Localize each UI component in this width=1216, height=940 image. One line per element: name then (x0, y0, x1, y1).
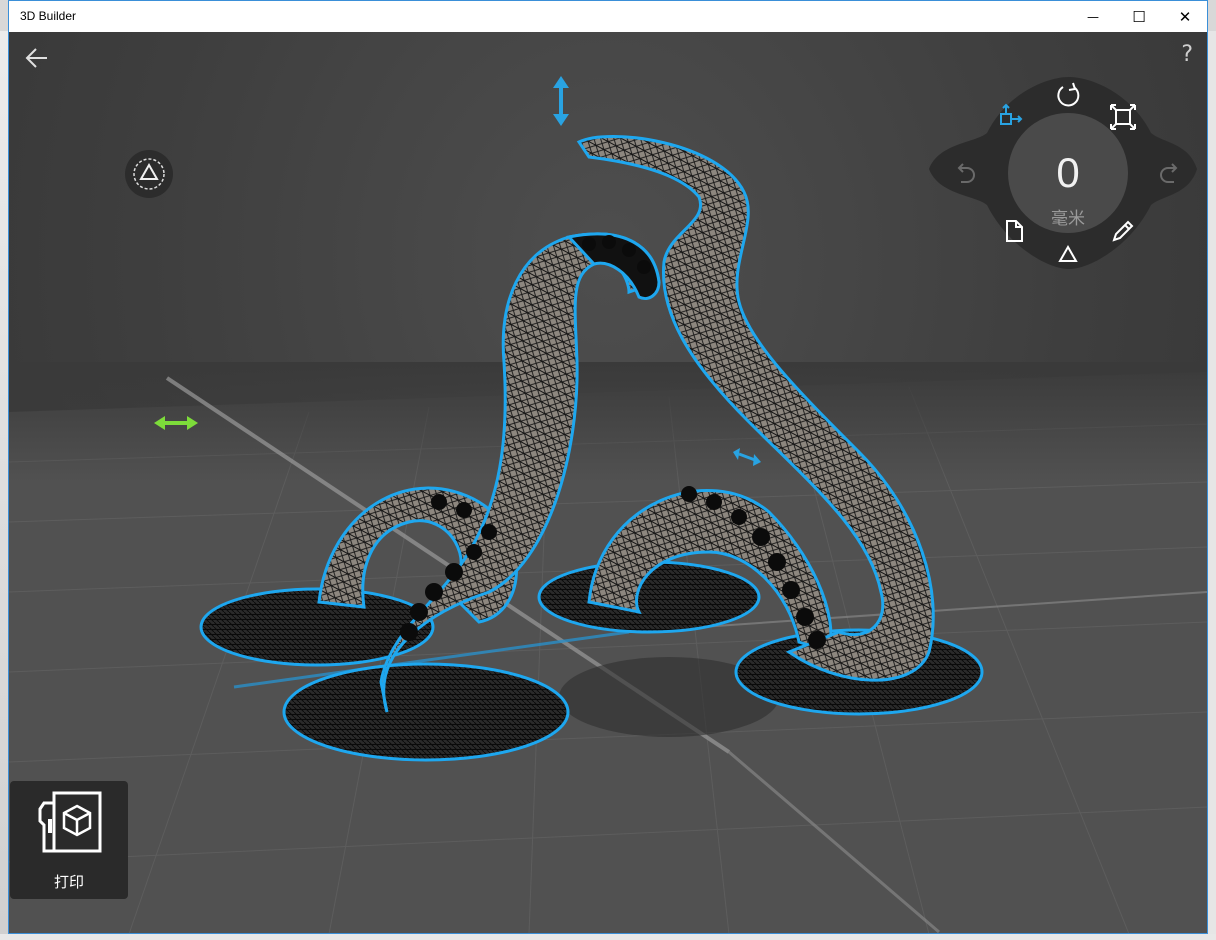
app-window: 3D Builder — ☐ ✕ ? 0 毫米 打印 (8, 0, 1208, 934)
desktop-background-right (1208, 31, 1216, 934)
maximize-icon: ☐ (1132, 7, 1146, 26)
help-icon[interactable]: ? (1181, 42, 1193, 67)
scale-icon[interactable] (1108, 102, 1138, 132)
edit-icon[interactable] (1108, 216, 1138, 246)
hub-value: 0 (1056, 149, 1080, 196)
print-label: 打印 (53, 873, 84, 891)
close-button[interactable]: ✕ (1162, 1, 1207, 32)
select-triangle-button[interactable] (125, 150, 173, 198)
rotate-icon[interactable] (1053, 80, 1083, 110)
redo-icon[interactable] (1154, 158, 1184, 188)
back-arrow-icon[interactable] (23, 44, 51, 72)
desktop-background-bottom (0, 934, 1216, 940)
title-bar: 3D Builder — ☐ ✕ (9, 1, 1207, 32)
window-title: 3D Builder (20, 9, 77, 23)
move-vertical-icon[interactable] (553, 76, 569, 126)
move-icon[interactable] (997, 102, 1027, 132)
floor-grid (9, 362, 1207, 933)
desktop-background-left (0, 31, 8, 934)
close-icon: ✕ (1178, 7, 1192, 26)
maximize-button[interactable]: ☐ (1116, 1, 1162, 32)
minimize-icon: — (1087, 9, 1099, 24)
print-button[interactable]: 打印 (10, 781, 128, 899)
undo-icon[interactable] (951, 158, 981, 188)
new-file-icon[interactable] (999, 216, 1029, 246)
minimize-button[interactable]: — (1070, 1, 1116, 32)
3d-viewport[interactable]: ? 0 毫米 (9, 32, 1207, 933)
triangle-icon (133, 158, 165, 190)
triangle-mode-icon[interactable] (1053, 240, 1083, 270)
hub-unit: 毫米 (1051, 209, 1085, 229)
print-icon (38, 791, 102, 853)
